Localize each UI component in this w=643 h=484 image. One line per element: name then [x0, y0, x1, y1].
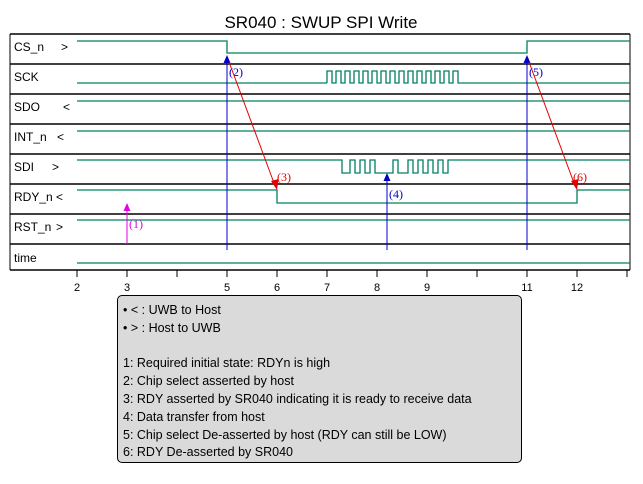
legend-line: 6: RDY De-asserted by SR040: [123, 445, 293, 460]
waveforms: [77, 40, 630, 264]
arrow-up-icon: [123, 203, 131, 211]
marker-5: (5): [523, 55, 543, 250]
signal-direction: <: [63, 100, 70, 114]
signal-direction: >: [56, 220, 63, 234]
legend-line: • > : Host to UWB: [123, 320, 221, 335]
marker-3: (3): [228, 61, 291, 190]
tick-label: 2: [74, 282, 80, 294]
marker-1: (1): [123, 203, 143, 244]
tick-label: 8: [374, 282, 380, 294]
signal-row-int: INT_n <: [10, 130, 630, 155]
tick-label: 11: [521, 282, 532, 294]
event-markers: (1) (2) (3) (4) (5) (6): [123, 55, 587, 250]
rdy-waveform: [77, 189, 630, 204]
signal-name: RDY_n: [14, 190, 53, 204]
signal-name: time: [14, 251, 37, 265]
arrow-up-icon: [383, 173, 391, 181]
legend-line: 3: RDY asserted by SR040 indicating it i…: [123, 391, 472, 406]
marker-label: (1): [129, 217, 143, 231]
signal-name: RST_n: [14, 220, 51, 234]
signal-name: CS_n: [14, 40, 44, 54]
signal-row-rst: RST_n >: [10, 220, 630, 245]
arrow-up-icon: [523, 55, 531, 63]
signal-row-cs: CS_n >: [10, 40, 630, 65]
tick-label: 7: [324, 282, 330, 294]
legend-line: • < : UWB to Host: [123, 303, 221, 317]
legend-line: 2: Chip select asserted by host: [123, 374, 294, 389]
legend-box: • < : UWB to Host • > : Host to UWB 1: R…: [117, 295, 522, 463]
signal-name: SDI: [14, 160, 34, 174]
signal-row-time: time: [10, 251, 630, 271]
signal-name: INT_n: [14, 130, 47, 144]
cs-waveform: [77, 40, 630, 54]
marker-6: (6): [528, 61, 587, 190]
marker-line: [528, 61, 575, 184]
legend-spacer: [123, 338, 516, 356]
marker-2: (2): [223, 55, 243, 250]
arrow-up-icon: [223, 55, 231, 63]
signal-name: SDO: [14, 100, 40, 114]
time-ticks: [76, 270, 628, 277]
legend-line: 1: Required initial state: RDYn is high: [123, 356, 331, 371]
marker-label: (6): [573, 170, 587, 184]
sck-waveform-burst: [326, 70, 630, 84]
diagram-title: SR040 : SWUP SPI Write: [224, 13, 417, 32]
signal-direction: <: [56, 190, 63, 204]
tick-label: 6: [274, 282, 280, 294]
signal-row-sdi: SDI >: [10, 160, 630, 185]
marker-label: (4): [389, 187, 403, 201]
marker-label: (3): [277, 170, 291, 184]
marker-line: [228, 61, 275, 184]
legend-line: 4: Data transfer from host: [123, 409, 265, 424]
tick-label: 12: [571, 282, 583, 294]
signal-name: SCK: [14, 70, 39, 84]
signal-direction: >: [52, 160, 59, 174]
sdi-waveform: [77, 159, 630, 174]
tick-label: 5: [224, 282, 230, 294]
signal-direction: <: [57, 130, 64, 144]
tick-label: 9: [424, 282, 430, 294]
time-tick-labels: 2 3 5 6 7 8 9 11 12: [74, 282, 583, 294]
signal-row-rdy: RDY_n <: [10, 190, 630, 215]
tick-label: 3: [124, 282, 130, 294]
signal-direction: >: [61, 40, 68, 54]
signal-row-sdo: SDO <: [10, 100, 630, 125]
legend-line: 5: Chip select De-asserted by host (RDY …: [123, 427, 447, 442]
